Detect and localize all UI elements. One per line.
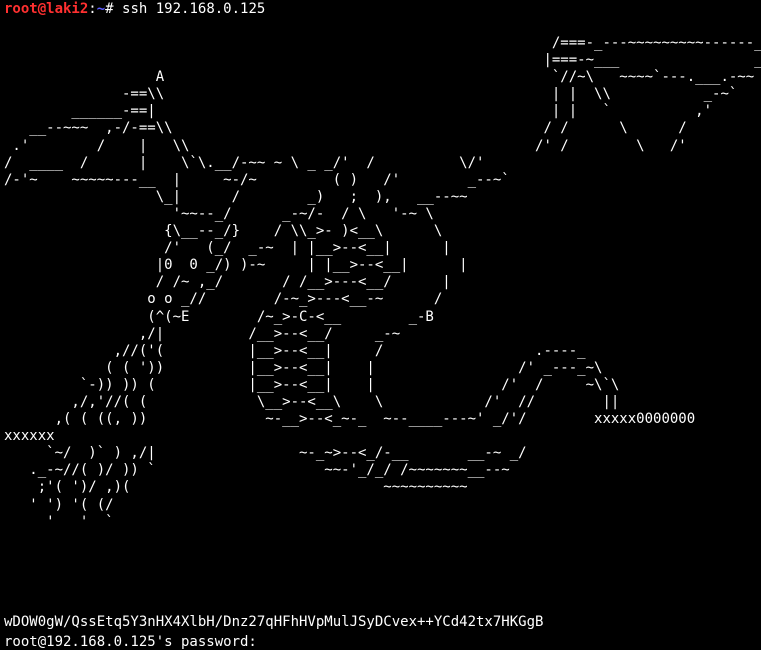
banner-line: |===-~___ _,-'S: [4, 52, 761, 69]
prompt-path: ~: [96, 1, 106, 17]
password-prompt-line[interactable]: root@192.168.0.125's password:: [4, 631, 543, 650]
banner-line: ._-~//( )/ )) ` ~~-'_/_/ /~~~~~~~__--~: [4, 462, 510, 479]
prompt-separator: :: [88, 1, 97, 17]
banner-line: ,//('( |__>--<__| / .----_: [4, 342, 586, 359]
prompt-symbol: #: [105, 1, 114, 17]
banner-line: ,/| /__>--<__/ _-~: [4, 325, 401, 342]
banner-line: o o _// /-~_>---<__-~ /: [4, 291, 443, 308]
banner-line: ,/,'//( ( \__>--<__\ \ /' // ||: [4, 393, 620, 410]
banner-line: /' (_/ _-~ | |__>--<__| |: [4, 240, 451, 257]
banner-line: |0 0 _/) )-~ | |__>--<__| |: [4, 257, 468, 274]
command-prompt-line: root@laki2:~# ssh 192.168.0.125: [4, 1, 265, 18]
banner-line: /-'~ ~~~~~---__ | ~-/~ ( ) /' _--~`: [4, 171, 510, 188]
banner-line: __--~~~ ,-/-==\\ / / \ /: [4, 120, 687, 137]
banner-line: -==\\ | | \\ _-~`: [4, 86, 738, 103]
banner-line: ( ( ')) |__>--<__| | /' _---_~\: [4, 359, 603, 376]
banner-line: ;'( ')/ ,)( ~~~~~~~~~~: [4, 479, 468, 496]
banner-line: xxxxxx: [4, 428, 55, 445]
banner-line: \_| / _) ; ), __--~~: [4, 188, 468, 205]
ssh-output-block: wDOW0gW/QssEtq5Y3nHX4XlbH/Dnz27qHFhHVpMu…: [4, 614, 543, 650]
prompt-user-host: root@laki2: [4, 1, 89, 17]
banner-line: /===-_---~~~~~~~~~------____: [4, 35, 761, 51]
banner-line: A `//~\ ~~~~`---.___.-~~: [4, 69, 755, 86]
banner-line: '~~--_/ _-~/- / \ '-~ \: [4, 205, 434, 222]
banner-line: ' ' `: [4, 513, 114, 530]
banner-line: (^(~E /~_>-C-<__ _-B: [4, 308, 434, 325]
ssh-key-line: wDOW0gW/QssEtq5Y3nHX4XlbH/Dnz27qHFhHVpMu…: [4, 614, 544, 630]
ssh-banner-ascii-art: /===-_---~~~~~~~~~------____ |===-~___ _…: [4, 35, 761, 531]
command-text: ssh 192.168.0.125: [113, 1, 266, 17]
password-prompt: root@192.168.0.125's password:: [4, 634, 266, 650]
terminal-cursor: [265, 631, 273, 646]
banner-line: `-)) )) ( |__>--<__| | /' / ~\`\: [4, 376, 620, 393]
banner-line: `~/ )` ) ,/| ~-_~>--<_/-__ __-~ _/: [4, 445, 527, 462]
banner-line: ' ') '( (/: [4, 496, 114, 513]
banner-line: ______-==| | | ` ,': [4, 103, 713, 120]
banner-line: {\__--_/} / \\_>- )<__\ \: [4, 223, 443, 240]
banner-line: / /~ ,_/ / /__>---<__/ |: [4, 274, 451, 291]
banner-line: ,( ( ((, )) ~-__>--<_~-_ ~--____---~' _/…: [4, 411, 696, 428]
terminal-window[interactable]: root@laki2:~# ssh 192.168.0.125 /===-_--…: [0, 0, 761, 650]
banner-line: .' / | \\ /' / \ /': [4, 137, 687, 154]
banner-line: / ____ / | \`\.__/-~~ ~ \ _ _/' / \/': [4, 154, 485, 171]
